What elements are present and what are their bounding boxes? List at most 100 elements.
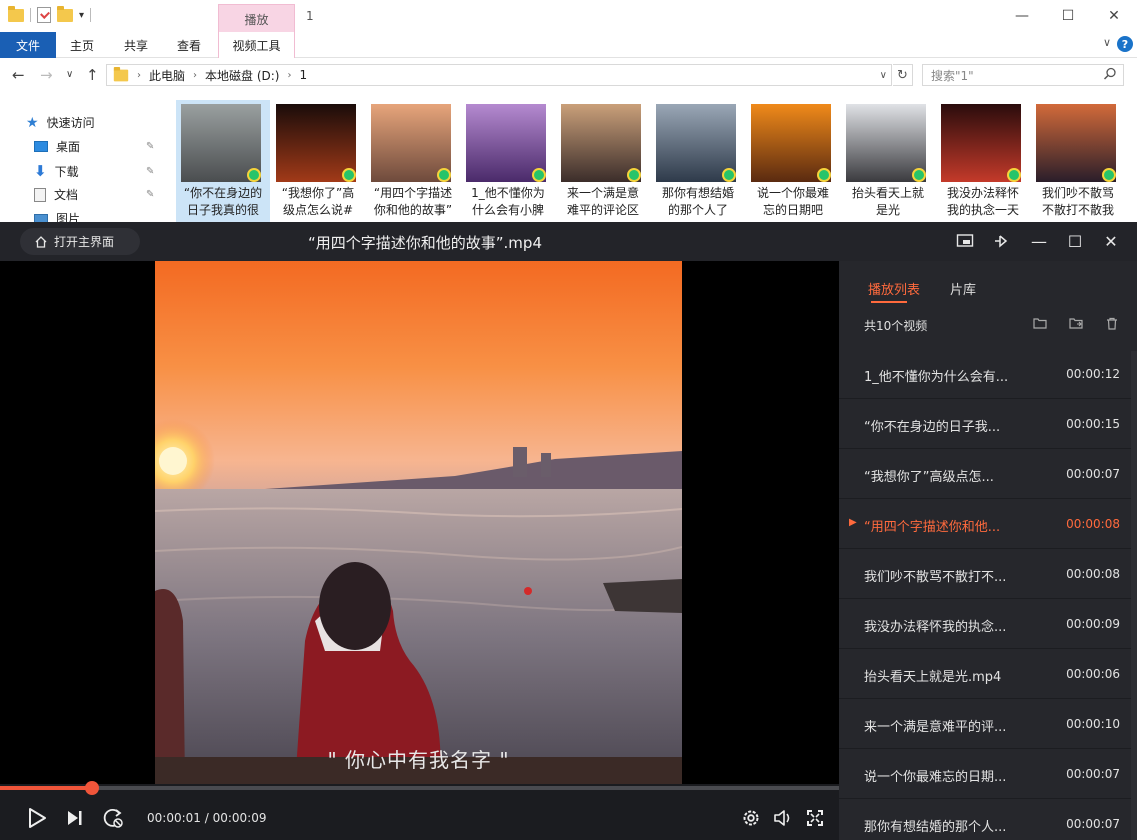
thumbnail-image — [846, 104, 926, 182]
playback-progress-bar[interactable] — [0, 781, 839, 795]
forward-arrow-icon[interactable]: → — [40, 66, 53, 84]
playlist-item[interactable]: 1_他不懂你为什么会有... 00:00:12 — [839, 349, 1137, 399]
playlist-item[interactable]: 我没办法释怀我的执念... 00:00:09 — [839, 599, 1137, 649]
nav-item-downloads[interactable]: ⬇ 下载 ✎ — [34, 162, 154, 180]
explorer-titlebar: ▾ 播放 1 — ☐ ✕ — [0, 0, 1137, 32]
video-file-thumbnail[interactable]: 说一个你最难 忘的日期吧 — [746, 100, 840, 222]
tab-library[interactable]: 片库 — [950, 279, 976, 298]
maximize-icon[interactable]: ☐ — [1064, 230, 1086, 252]
nav-item-quick-access[interactable]: ★ 快速访问 — [26, 114, 95, 131]
tab-file[interactable]: 文件 — [0, 32, 56, 58]
file-name-label: 抬头看天上就 是光 — [843, 185, 933, 219]
tab-home[interactable]: 主页 — [60, 32, 104, 58]
play-icon[interactable] — [25, 806, 49, 830]
playlist-item-duration: 00:00:06 — [1066, 667, 1120, 681]
nav-item-label: 文档 — [54, 188, 79, 202]
context-tab-play[interactable]: 播放 — [218, 4, 295, 32]
file-explorer-window: ▾ 播放 1 — ☐ ✕ 文件 主页 共享 查看 视频工具 ∨ ? ← → ∨ … — [0, 0, 1137, 226]
refresh-icon[interactable]: ↻ — [893, 64, 913, 86]
video-player-window: 打开主界面 “用四个字描述你和他的故事”.mp4 — ☐ ✕ " 你心中有我名字… — [0, 222, 1137, 840]
settings-gear-icon[interactable] — [739, 806, 763, 830]
playlist-item[interactable]: 那你有想结婚的那个人... 00:00:07 — [839, 799, 1137, 840]
playlist-item[interactable]: ▶ “用四个字描述你和他... 00:00:08 — [839, 499, 1137, 549]
breadcrumb-local-disk[interactable]: 本地磁盘 (D:) — [205, 67, 279, 84]
folder-icon — [113, 66, 129, 81]
progress-handle[interactable] — [85, 781, 100, 795]
breadcrumb-chevron-icon[interactable]: › — [137, 70, 141, 81]
video-frame[interactable]: " 你心中有我名字 " — [155, 261, 682, 784]
video-file-thumbnail[interactable]: “用四个字描述 你和他的故事” — [366, 100, 460, 222]
playlist-item[interactable]: 抬头看天上就是光.mp4 00:00:06 — [839, 649, 1137, 699]
window-controls: — ☐ ✕ — [999, 0, 1137, 32]
next-track-icon[interactable] — [63, 806, 87, 830]
address-bar[interactable]: › 此电脑 › 本地磁盘 (D:) › 1 ∨ — [106, 64, 892, 86]
file-name-line: 日子我真的很 — [186, 203, 259, 217]
nav-item-documents[interactable]: 文档 ✎ — [34, 186, 154, 203]
playlist-item[interactable]: “你不在身边的日子我... 00:00:15 — [839, 399, 1137, 449]
pin-icon[interactable]: ✎ — [146, 189, 154, 200]
volume-icon[interactable] — [771, 806, 795, 830]
close-icon[interactable]: ✕ — [1100, 230, 1122, 252]
breadcrumb-chevron-icon[interactable]: › — [193, 70, 197, 81]
breadcrumb-chevron-icon[interactable]: › — [287, 70, 291, 81]
nav-item-desktop[interactable]: 桌面 ✎ — [34, 138, 154, 155]
playlist-scrollbar[interactable] — [1131, 351, 1137, 840]
playlist-item[interactable]: “我想你了”高级点怎... 00:00:07 — [839, 449, 1137, 499]
pin-icon[interactable]: ✎ — [146, 141, 154, 152]
playlist-item-name: 那你有想结婚的那个人... — [864, 820, 1007, 835]
help-icon[interactable]: ? — [1117, 36, 1133, 52]
expand-ribbon-chevron-icon[interactable]: ∨ — [1103, 36, 1111, 49]
pin-icon[interactable]: ✎ — [146, 166, 154, 177]
search-icon — [1103, 67, 1116, 80]
breadcrumb-folder[interactable]: 1 — [299, 68, 307, 82]
breadcrumb-this-pc[interactable]: 此电脑 — [149, 67, 185, 84]
video-file-thumbnail[interactable]: “我想你了”高 级点怎么说# — [271, 100, 365, 222]
tab-share[interactable]: 共享 — [114, 32, 158, 58]
playlist-item[interactable]: 来一个满是意难平的评... 00:00:10 — [839, 699, 1137, 749]
mini-mode-icon[interactable] — [954, 230, 976, 252]
maximize-icon[interactable]: ☐ — [1045, 0, 1091, 32]
video-file-thumbnail[interactable]: 我没办法释怀 我的执念一天 — [936, 100, 1030, 222]
download-icon: ⬇ — [34, 162, 47, 180]
playlist-item-duration: 00:00:15 — [1066, 417, 1120, 431]
video-display[interactable]: " 你心中有我名字 " — [0, 261, 839, 784]
tab-view[interactable]: 查看 — [167, 32, 211, 58]
fullscreen-icon[interactable] — [803, 806, 827, 830]
file-name-line: 不散打不散我 — [1041, 203, 1114, 217]
video-file-thumbnail[interactable]: 1_他不懂你为 什么会有小脾 — [461, 100, 555, 222]
video-file-thumbnail[interactable]: 我们吵不散骂 不散打不散我 — [1031, 100, 1125, 222]
recent-locations-chevron-icon[interactable]: ∨ — [66, 69, 73, 80]
thumbnail-image — [656, 104, 736, 182]
thumbnail-image — [941, 104, 1021, 182]
video-play-badge-icon — [627, 168, 641, 182]
playlist-item[interactable]: 我们吵不散骂不散打不... 00:00:08 — [839, 549, 1137, 599]
back-arrow-icon[interactable]: ← — [12, 66, 25, 84]
playlist-item[interactable]: 说一个你最难忘的日期... 00:00:07 — [839, 749, 1137, 799]
tab-playlist[interactable]: 播放列表 — [868, 279, 920, 298]
up-arrow-icon[interactable]: ↑ — [86, 66, 99, 84]
new-folder-icon[interactable] — [57, 5, 73, 22]
customize-toolbar-chevron-icon[interactable]: ▾ — [79, 10, 84, 21]
properties-icon[interactable] — [37, 7, 51, 23]
playlist-item-duration: 00:00:08 — [1066, 567, 1120, 581]
pin-on-top-icon[interactable] — [990, 230, 1012, 252]
video-file-thumbnail[interactable]: 抬头看天上就 是光 — [841, 100, 935, 222]
star-icon: ★ — [26, 114, 39, 131]
playlist-item-name: 我们吵不散骂不散打不... — [864, 570, 1007, 585]
loop-mode-icon[interactable] — [101, 806, 125, 830]
minimize-icon[interactable]: — — [1028, 230, 1050, 252]
video-file-thumbnail[interactable]: 来一个满是意 难平的评论区 — [556, 100, 650, 222]
video-file-thumbnail[interactable]: 那你有想结婚 的那个人了 — [651, 100, 745, 222]
video-file-thumbnail[interactable]: “你不在身边的 日子我真的很 — [176, 100, 270, 222]
add-to-playlist-icon[interactable] — [1068, 315, 1084, 331]
open-folder-icon[interactable] — [1032, 315, 1048, 331]
search-input[interactable]: 搜索"1" — [922, 64, 1124, 86]
minimize-icon[interactable]: — — [999, 0, 1045, 32]
tab-video-tools[interactable]: 视频工具 — [218, 32, 295, 58]
trash-icon[interactable] — [1104, 315, 1120, 331]
close-icon[interactable]: ✕ — [1091, 0, 1137, 32]
folder-icon[interactable] — [8, 5, 24, 22]
video-play-badge-icon — [912, 168, 926, 182]
toolbar-separator — [90, 8, 92, 22]
address-dropdown-chevron-icon[interactable]: ∨ — [880, 70, 887, 81]
